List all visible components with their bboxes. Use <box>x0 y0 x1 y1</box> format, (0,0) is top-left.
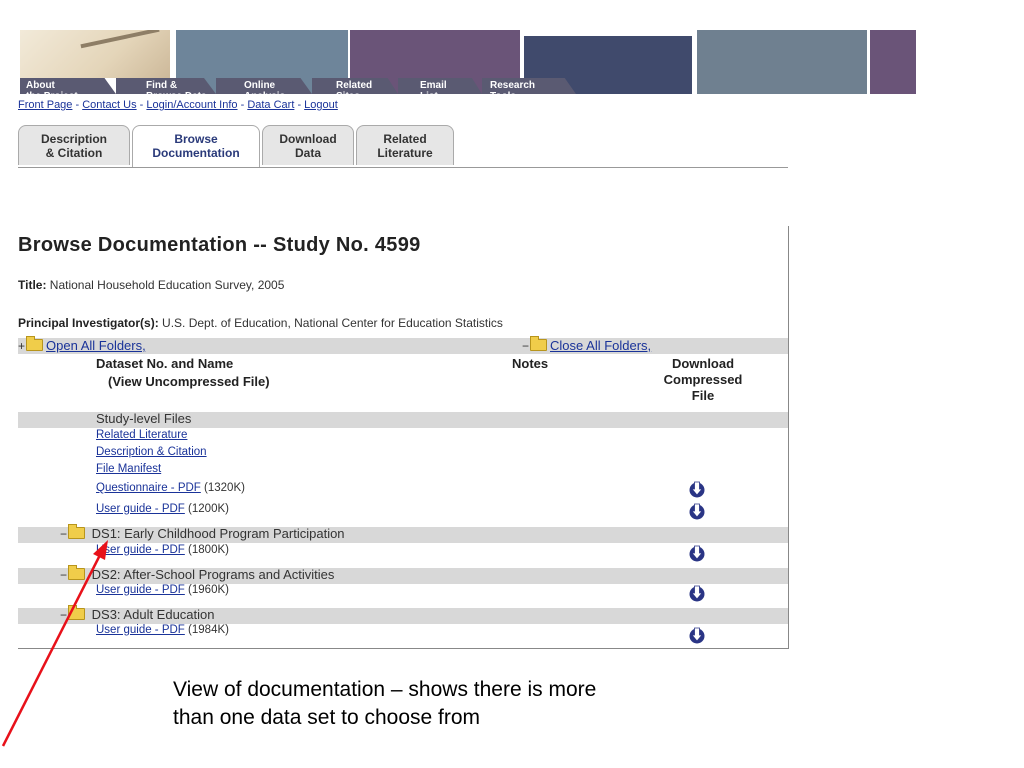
tab-related-literature[interactable]: Related Literature <box>356 125 454 165</box>
download-arrow-icon[interactable] <box>689 544 705 562</box>
nav-related-sites[interactable]: Related Sites <box>312 78 398 102</box>
slide-caption: View of documentation – shows there is m… <box>173 678 597 729</box>
download-arrow-icon[interactable] <box>689 480 705 498</box>
site-banner: About the Project Find & Browse Data Onl… <box>0 30 916 102</box>
column-download: Download Compressed File <box>663 356 743 403</box>
download-arrow-icon[interactable] <box>689 584 705 602</box>
study-level-label: Study-level Files <box>96 411 192 426</box>
link-login-account[interactable]: Login/Account Info <box>146 99 237 111</box>
tab-download-data[interactable]: Download Data <box>262 125 354 165</box>
file-questionnaire[interactable]: Questionnaire - PDF (1320K) <box>96 482 245 494</box>
link-logout[interactable]: Logout <box>304 99 338 111</box>
file-user-guide-ds3[interactable]: User guide - PDF (1984K) <box>96 624 229 636</box>
link-front-page[interactable]: Front Page <box>18 99 72 111</box>
file-user-guide-ds2[interactable]: User guide - PDF (1960K) <box>96 584 229 596</box>
link-contact-us[interactable]: Contact Us <box>82 99 136 111</box>
documentation-panel: Browse Documentation -- Study No. 4599 T… <box>18 226 789 649</box>
file-description-citation[interactable]: Description & Citation <box>96 446 207 458</box>
folder-icon <box>68 565 86 580</box>
column-dataset-sub: (View Uncompressed File) <box>108 374 270 389</box>
dataset-ds3[interactable]: − DS3: Adult Education <box>60 605 215 622</box>
tab-browse-documentation[interactable]: Browse Documentation <box>132 125 260 167</box>
principal-investigator: Principal Investigator(s): U.S. Dept. of… <box>18 316 503 330</box>
nav-find-browse[interactable]: Find & Browse Data <box>116 78 216 102</box>
open-all-folders[interactable]: + Open All Folders, <box>18 336 146 353</box>
column-dataset: Dataset No. and Name <box>96 356 234 371</box>
nav-email-list[interactable]: Email List <box>398 78 482 102</box>
file-manifest[interactable]: File Manifest <box>96 463 161 475</box>
tab-description-citation[interactable]: Description & Citation <box>18 125 130 165</box>
file-user-guide-study[interactable]: User guide - PDF (1200K) <box>96 503 229 515</box>
page-title: Browse Documentation -- Study No. 4599 <box>18 234 421 256</box>
nav-research-tools[interactable]: Research Tools <box>482 78 576 102</box>
banner-block-slate <box>697 30 867 94</box>
column-notes: Notes <box>512 356 549 371</box>
banner-block-plum-2 <box>870 30 916 94</box>
utility-links: Front Page - Contact Us - Login/Account … <box>18 99 338 111</box>
link-data-cart[interactable]: Data Cart <box>247 99 294 111</box>
download-arrow-icon[interactable] <box>689 502 705 520</box>
nav-about[interactable]: About the Project <box>20 78 116 102</box>
nav-online-analysis[interactable]: Online Analysis <box>216 78 312 102</box>
folder-icon <box>26 336 44 351</box>
download-arrow-icon[interactable] <box>689 626 705 644</box>
dataset-ds2[interactable]: − DS2: After-School Programs and Activit… <box>60 565 334 582</box>
folder-icon <box>530 336 548 351</box>
folder-icon <box>68 605 86 620</box>
file-user-guide-ds1[interactable]: User guide - PDF (1800K) <box>96 544 229 556</box>
close-all-folders[interactable]: − Close All Folders, <box>522 336 651 353</box>
main-nav: About the Project Find & Browse Data Onl… <box>20 78 576 102</box>
folder-icon <box>68 524 86 539</box>
banner-photo <box>20 30 170 78</box>
file-related-literature[interactable]: Related Literature <box>96 429 187 441</box>
study-title: Title: National Household Education Surv… <box>18 278 285 292</box>
study-tabs: Description & Citation Browse Documentat… <box>18 125 788 168</box>
dataset-ds1[interactable]: − DS1: Early Childhood Program Participa… <box>60 524 345 541</box>
